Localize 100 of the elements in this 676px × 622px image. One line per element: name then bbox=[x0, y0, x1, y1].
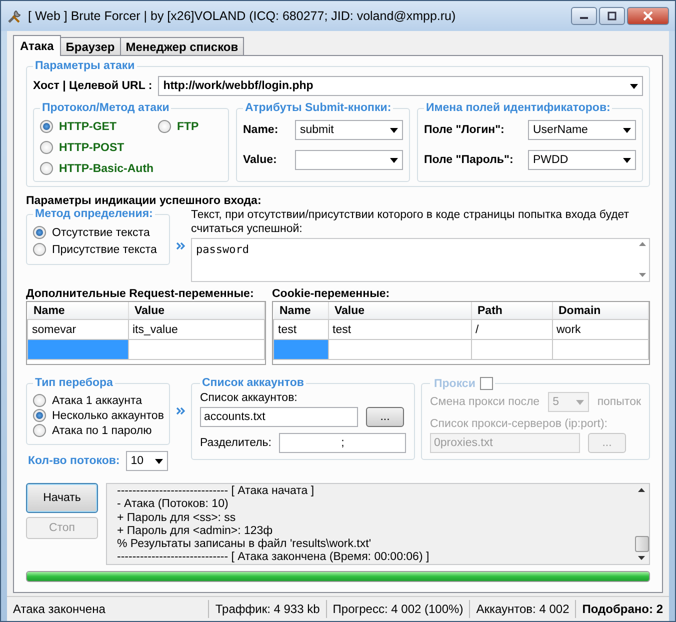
group-title: Имена полей идентификаторов: bbox=[425, 102, 612, 114]
description-text: Текст, при отсутствии/присутствии которого в коде страницы попытка входа будет считаться успешной: bbox=[191, 208, 630, 236]
radio-button[interactable] bbox=[33, 394, 46, 407]
dropdown-arrow-icon bbox=[630, 84, 638, 88]
dropdown-arrow-icon bbox=[623, 128, 631, 132]
double-chevron-icon bbox=[176, 242, 185, 250]
empty-cell[interactable] bbox=[552, 340, 648, 360]
log-line: - Атака (Потоков: 10) bbox=[117, 498, 230, 512]
minimize-button[interactable] bbox=[571, 7, 597, 25]
close-button[interactable] bbox=[627, 7, 669, 25]
group-title: Атрибуты Submit-кнопки: bbox=[244, 102, 392, 114]
dropdown-arrow-icon bbox=[390, 128, 398, 132]
radio-option[interactable]: Атака по 1 паролю bbox=[33, 423, 152, 438]
dropdown-arrow-icon bbox=[390, 158, 398, 162]
radio-option[interactable]: HTTP-GET bbox=[40, 118, 116, 135]
field-label: Хост | Целевой URL : bbox=[33, 80, 152, 92]
window-title: [ Web ] Brute Forcer | by [x26]VOLAND (ICQ: 680277; JID: voland@xmpp.ru) bbox=[28, 9, 457, 23]
group-title: Метод определения: bbox=[34, 208, 154, 220]
status-text: Аккаунтов: 4 002 bbox=[470, 600, 576, 618]
column-header: Path bbox=[471, 302, 552, 320]
maximize-button[interactable] bbox=[599, 7, 625, 25]
field-label: Смена прокси после bbox=[430, 396, 540, 408]
table-cell: work bbox=[552, 320, 648, 340]
log-line: % Результаты записаны в файл 'results\work.txt' bbox=[117, 538, 372, 552]
radio-option[interactable]: Присутствие текста bbox=[33, 241, 157, 258]
empty-cell[interactable] bbox=[28, 340, 128, 360]
combo-box[interactable]: 10 bbox=[126, 451, 168, 471]
start-button[interactable]: Начать bbox=[26, 483, 98, 513]
column-header: Domain bbox=[552, 302, 648, 320]
tab[interactable]: Браузер bbox=[60, 37, 121, 55]
tools-icon bbox=[7, 8, 23, 24]
radio-button[interactable] bbox=[40, 120, 53, 133]
radio-button[interactable] bbox=[33, 243, 46, 256]
column-header: Value bbox=[128, 302, 264, 320]
table-cell: / bbox=[471, 320, 552, 340]
empty-cell[interactable] bbox=[471, 340, 552, 360]
url-combo[interactable]: http://work/webbf/login.php bbox=[158, 76, 643, 96]
group-title: Список аккаунтов bbox=[201, 377, 305, 389]
radio-option[interactable]: HTTP-POST bbox=[40, 139, 124, 156]
maximize-icon bbox=[607, 11, 617, 21]
combo-box[interactable]: UserName bbox=[528, 120, 636, 140]
group-title: Тип перебора bbox=[34, 377, 114, 389]
radio-button[interactable] bbox=[40, 141, 53, 154]
scroll-thumb[interactable] bbox=[634, 536, 648, 552]
status-text: Атака закончена bbox=[7, 600, 210, 618]
close-icon bbox=[643, 11, 653, 21]
status-text: Подобрано: 2 bbox=[581, 601, 664, 618]
radio-option[interactable]: Атака 1 аккаунта bbox=[33, 393, 142, 408]
status-text: Прогресс: 4 002 (100%) bbox=[326, 600, 470, 618]
field-label: Список аккаунтов: bbox=[200, 392, 298, 404]
combo-box[interactable]: PWDD bbox=[528, 150, 636, 170]
table-title: Cookie-переменные: bbox=[272, 288, 390, 300]
group-title: Параметры атаки bbox=[34, 60, 136, 72]
section-heading: Параметры индикации успешного входа: bbox=[26, 195, 262, 207]
radio-option[interactable]: FTP bbox=[158, 118, 199, 135]
combo-box[interactable] bbox=[295, 150, 403, 170]
scroll-up-icon[interactable] bbox=[638, 488, 645, 492]
input-field[interactable]: accounts.txt bbox=[200, 407, 358, 427]
field-label: Name: bbox=[243, 124, 280, 136]
radio-button[interactable] bbox=[33, 409, 46, 422]
radio-option[interactable]: HTTP-Basic-Auth bbox=[40, 160, 154, 177]
tab[interactable]: Менеджер списков bbox=[120, 37, 244, 55]
field-label: Поле "Пароль": bbox=[424, 154, 514, 166]
table-cell: test bbox=[328, 320, 471, 340]
scroll-down-icon[interactable] bbox=[638, 556, 645, 560]
dropdown-arrow-icon bbox=[154, 458, 163, 464]
radio-button[interactable] bbox=[40, 162, 53, 175]
field-label: Поле "Логин": bbox=[424, 124, 506, 136]
column-header: Value bbox=[328, 302, 471, 320]
field-label: Разделитель: bbox=[200, 437, 272, 449]
browse-button[interactable]: ... bbox=[366, 407, 404, 427]
log-line: ----------------------------- [ Атака начата ] bbox=[117, 485, 316, 498]
column-header: Name bbox=[274, 302, 328, 320]
text-area[interactable]: password bbox=[191, 238, 650, 282]
radio-option[interactable]: Несколько аккаунтов bbox=[33, 408, 164, 423]
field-label: попыток bbox=[597, 396, 641, 408]
radio-button[interactable] bbox=[33, 226, 46, 239]
dropdown-arrow-icon bbox=[623, 158, 631, 162]
field-label: Кол-во потоков: bbox=[27, 455, 121, 467]
group-title: Прокси bbox=[433, 378, 476, 390]
empty-cell[interactable] bbox=[274, 340, 328, 360]
table-title: Дополнительные Request-переменные: bbox=[26, 288, 254, 300]
combo-box[interactable]: submit bbox=[295, 120, 403, 140]
double-chevron-icon bbox=[176, 407, 185, 415]
column-header: Name bbox=[28, 302, 128, 320]
radio-button[interactable] bbox=[158, 120, 171, 133]
checkbox[interactable] bbox=[480, 377, 494, 390]
log-line: + Пароль для <admin>: 123ф bbox=[117, 524, 274, 538]
field-label: Список прокси-серверов (ip:port): bbox=[430, 418, 608, 430]
dropdown-arrow-icon bbox=[576, 400, 584, 404]
log-line: ----------------------------- [ Атака закончена (Время: 00:00:06) ] bbox=[117, 551, 430, 565]
log-line: + Пароль для <ss>: ss bbox=[117, 512, 237, 525]
group-title: Протокол/Метод атаки bbox=[41, 102, 170, 114]
radio-option[interactable]: Отсутствие текста bbox=[33, 224, 150, 241]
field-label: Value: bbox=[243, 154, 278, 166]
status-text: Траффик: 4 933 kb bbox=[209, 600, 327, 618]
tab[interactable]: Атака bbox=[13, 35, 61, 56]
input-field[interactable]: ; bbox=[279, 433, 406, 453]
radio-button[interactable] bbox=[33, 424, 46, 437]
table-cell: its_value bbox=[128, 320, 264, 340]
